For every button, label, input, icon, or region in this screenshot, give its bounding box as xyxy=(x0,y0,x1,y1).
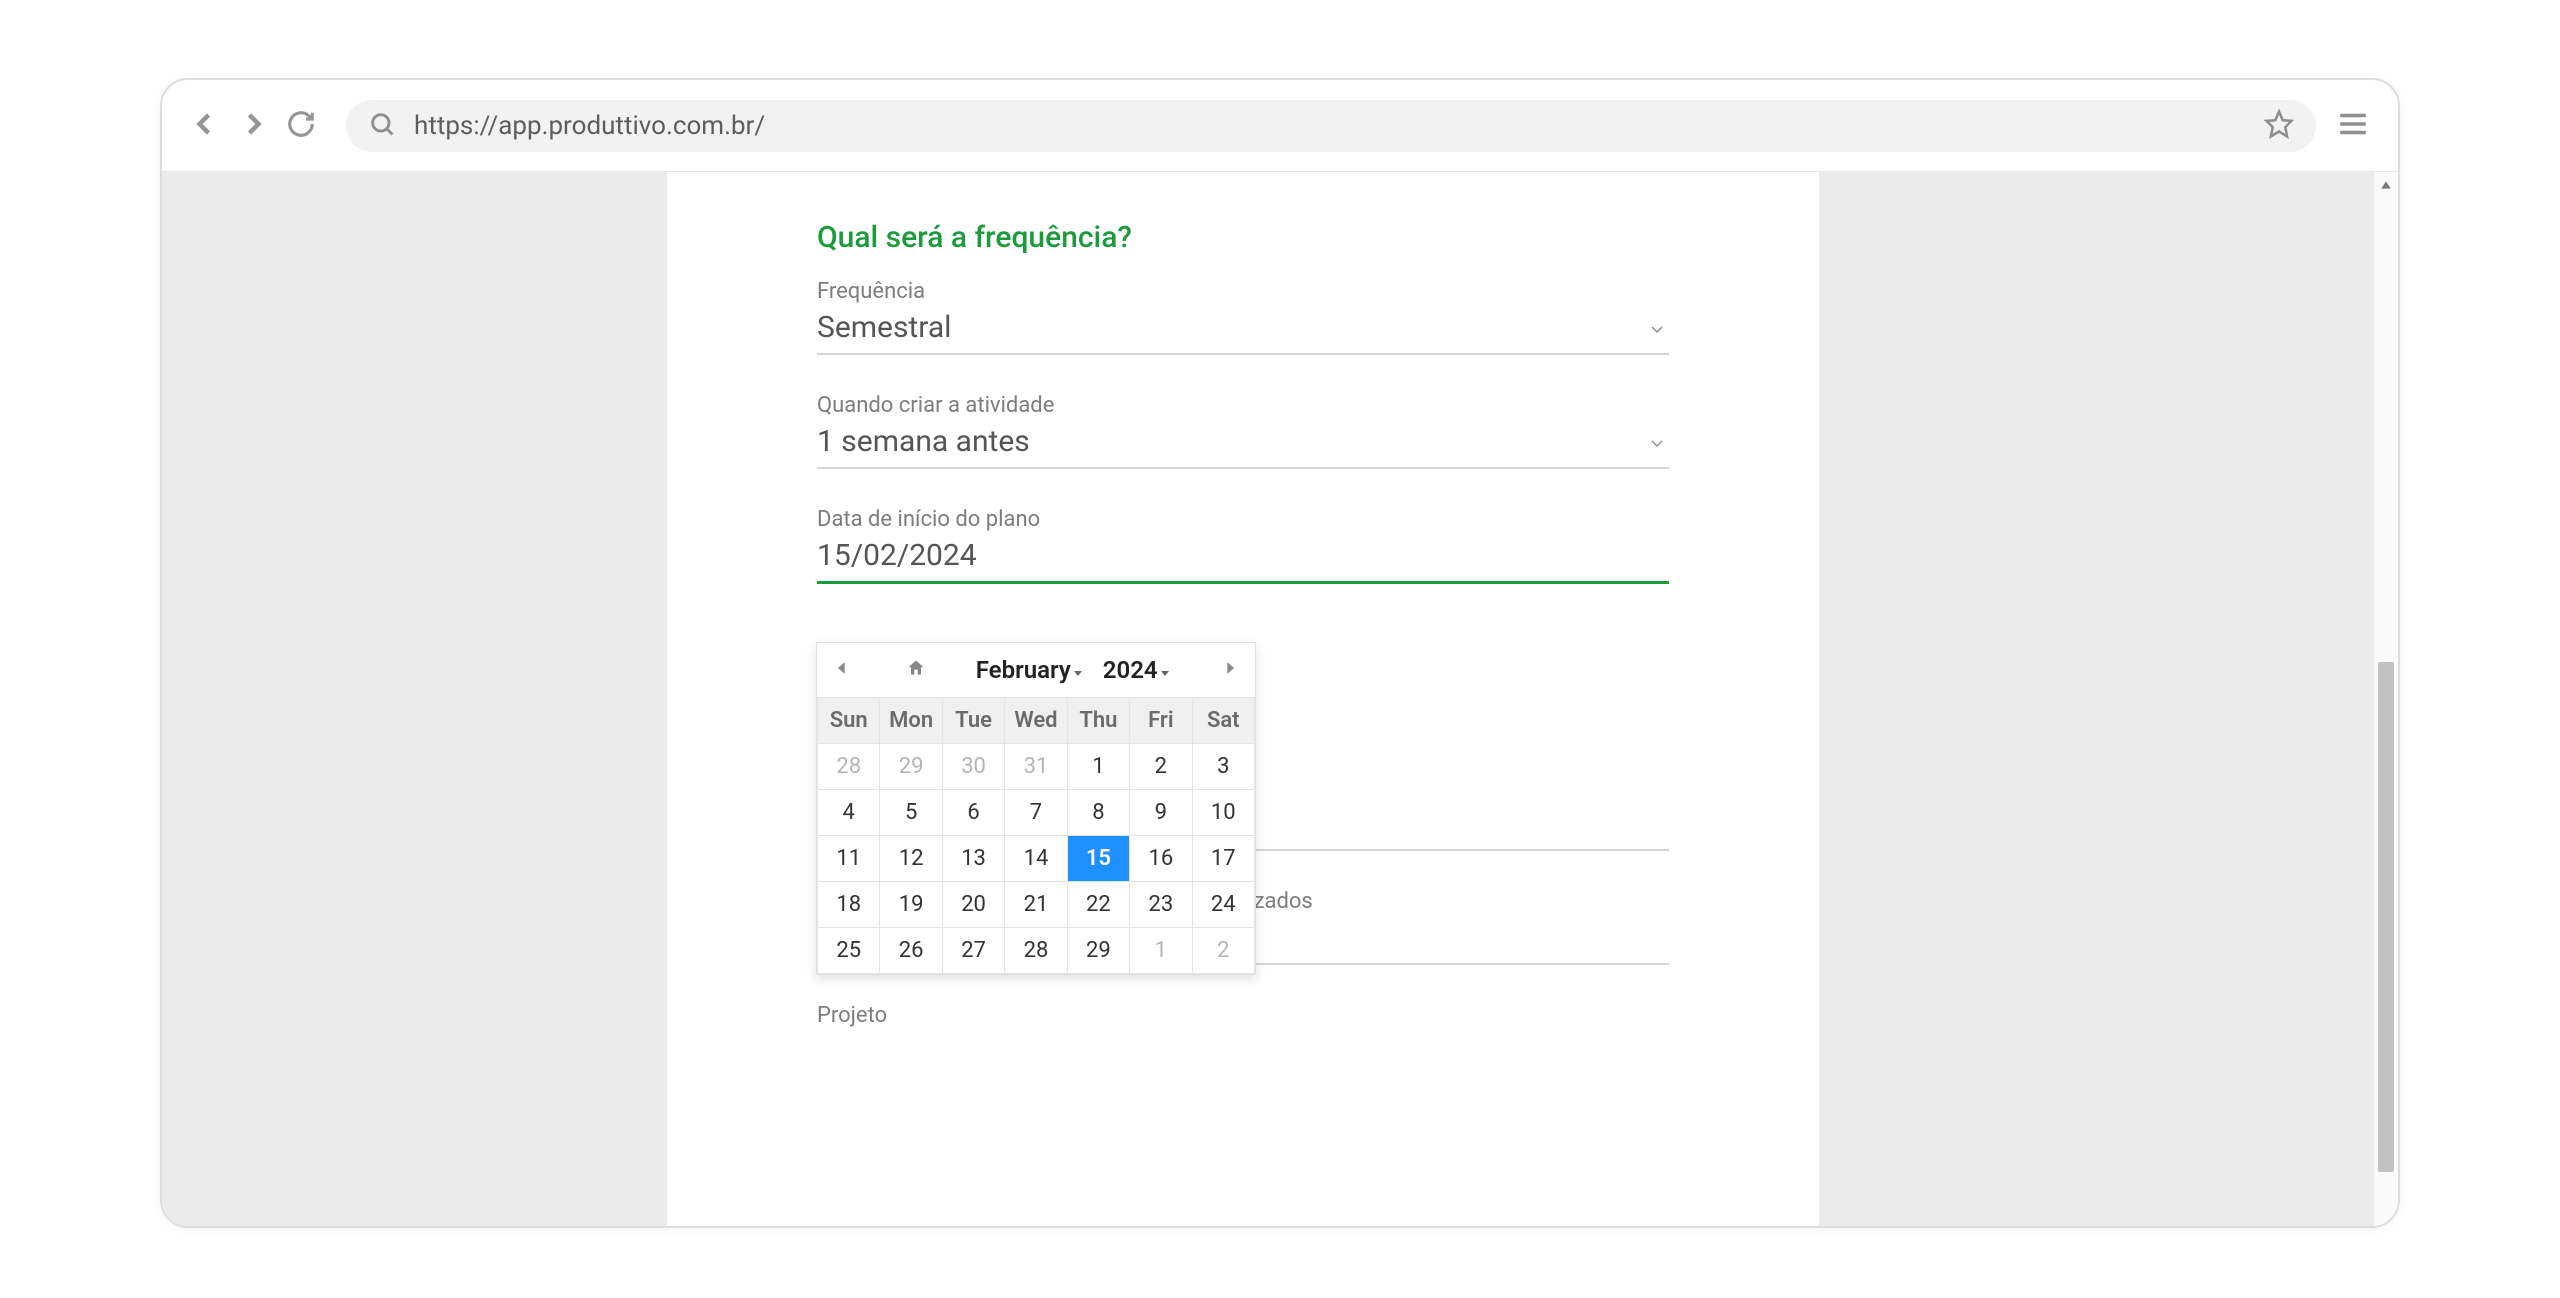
field-label: Data de início do plano xyxy=(817,507,1669,532)
browser-toolbar: https://app.produttivo.com.br/ xyxy=(162,80,2398,172)
calendar-dow: Sun xyxy=(818,698,880,744)
search-icon xyxy=(368,110,396,142)
calendar-day[interactable]: 6 xyxy=(942,790,1004,836)
calendar-day[interactable]: 27 xyxy=(942,928,1004,974)
calendar-day[interactable]: 1 xyxy=(1130,928,1192,974)
back-icon[interactable] xyxy=(186,106,222,146)
frequencia-select[interactable]: Semestral xyxy=(817,306,1669,355)
calendar-day[interactable]: 20 xyxy=(942,882,1004,928)
calendar-day[interactable]: 2 xyxy=(1192,928,1254,974)
browser-window: https://app.produttivo.com.br/ Qual será… xyxy=(160,78,2400,1228)
calendar-grid: SunMonTueWedThuFriSat 282930311234567891… xyxy=(817,697,1255,974)
data-inicio-input[interactable]: 15/02/2024 xyxy=(817,534,1669,584)
calendar-dow: Tue xyxy=(942,698,1004,744)
calendar-day[interactable]: 28 xyxy=(1005,928,1067,974)
url-text: https://app.produttivo.com.br/ xyxy=(414,111,765,141)
chevron-down-icon xyxy=(1647,312,1667,347)
calendar-day[interactable]: 18 xyxy=(818,882,880,928)
year-label: 2024 xyxy=(1103,656,1158,684)
calendar-day[interactable]: 25 xyxy=(818,928,880,974)
calendar-day[interactable]: 13 xyxy=(942,836,1004,882)
field-label: Frequência xyxy=(817,279,1669,304)
calendar-day[interactable]: 28 xyxy=(818,744,880,790)
page-gutter-right xyxy=(1819,172,2374,1226)
year-select[interactable]: 2024 xyxy=(1103,656,1170,684)
field-value-text: Semestral xyxy=(817,310,951,345)
prev-month-icon[interactable] xyxy=(829,654,857,686)
calendar-dow: Mon xyxy=(880,698,942,744)
scrollbar-track[interactable] xyxy=(2374,172,2398,1226)
calendar-dow: Fri xyxy=(1130,698,1192,744)
page-gutter-left xyxy=(162,172,667,1226)
field-value-text: 1 semana antes xyxy=(817,424,1030,459)
field-value-text: 15/02/2024 xyxy=(817,538,977,573)
calendar-day[interactable]: 31 xyxy=(1005,744,1067,790)
calendar-day[interactable]: 2 xyxy=(1130,744,1192,790)
field-quando-criar: Quando criar a atividade 1 semana antes xyxy=(817,393,1669,469)
calendar-day[interactable]: 29 xyxy=(880,744,942,790)
field-data-inicio: Data de início do plano 15/02/2024 xyxy=(817,507,1669,584)
calendar-day[interactable]: 23 xyxy=(1130,882,1192,928)
calendar-day[interactable]: 26 xyxy=(880,928,942,974)
caret-down-icon xyxy=(1160,656,1170,684)
section-heading-frequency: Qual será a frequência? xyxy=(817,220,1669,255)
month-label: February xyxy=(976,656,1071,684)
chevron-down-icon xyxy=(1647,426,1667,461)
nav-buttons xyxy=(186,106,316,146)
calendar-day[interactable]: 24 xyxy=(1192,882,1254,928)
calendar-day[interactable]: 1 xyxy=(1067,744,1129,790)
browser-content: Qual será a frequência? Frequência Semes… xyxy=(162,172,2398,1226)
field-label: Quando criar a atividade xyxy=(817,393,1669,418)
calendar-day[interactable]: 17 xyxy=(1192,836,1254,882)
calendar-day[interactable]: 8 xyxy=(1067,790,1129,836)
month-select[interactable]: February xyxy=(976,656,1083,684)
calendar-dow: Thu xyxy=(1067,698,1129,744)
calendar-day[interactable]: 15 xyxy=(1067,836,1129,882)
forward-icon[interactable] xyxy=(236,106,272,146)
calendar-day[interactable]: 7 xyxy=(1005,790,1067,836)
next-month-icon[interactable] xyxy=(1215,654,1243,686)
calendar-day[interactable]: 4 xyxy=(818,790,880,836)
scrollbar-thumb[interactable] xyxy=(2378,662,2394,1172)
date-picker-header: February 2024 xyxy=(817,643,1255,697)
calendar-day[interactable]: 10 xyxy=(1192,790,1254,836)
calendar-dow: Wed xyxy=(1005,698,1067,744)
calendar-day[interactable]: 3 xyxy=(1192,744,1254,790)
calendar-day[interactable]: 30 xyxy=(942,744,1004,790)
menu-icon[interactable] xyxy=(2336,107,2370,145)
date-picker: February 2024 SunMonTueWedThuFriSat 2829… xyxy=(816,642,1256,975)
calendar-dow: Sat xyxy=(1192,698,1254,744)
calendar-day[interactable]: 12 xyxy=(880,836,942,882)
field-frequencia: Frequência Semestral xyxy=(817,279,1669,355)
calendar-day[interactable]: 5 xyxy=(880,790,942,836)
quando-criar-select[interactable]: 1 semana antes xyxy=(817,420,1669,469)
scrollbar-up-icon[interactable] xyxy=(2380,176,2392,188)
field-projeto: Projeto xyxy=(817,1003,1669,1028)
home-icon[interactable] xyxy=(902,654,930,686)
field-label: Projeto xyxy=(817,1003,1669,1028)
calendar-day[interactable]: 9 xyxy=(1130,790,1192,836)
date-picker-title: February 2024 xyxy=(976,656,1170,684)
calendar-day[interactable]: 11 xyxy=(818,836,880,882)
url-bar[interactable]: https://app.produttivo.com.br/ xyxy=(346,100,2316,152)
calendar-day[interactable]: 22 xyxy=(1067,882,1129,928)
reload-icon[interactable] xyxy=(286,109,316,143)
calendar-day[interactable]: 16 xyxy=(1130,836,1192,882)
calendar-day[interactable]: 21 xyxy=(1005,882,1067,928)
bookmark-star-icon[interactable] xyxy=(2264,109,2294,143)
calendar-day[interactable]: 14 xyxy=(1005,836,1067,882)
caret-down-icon xyxy=(1073,656,1083,684)
calendar-day[interactable]: 19 xyxy=(880,882,942,928)
calendar-day[interactable]: 29 xyxy=(1067,928,1129,974)
